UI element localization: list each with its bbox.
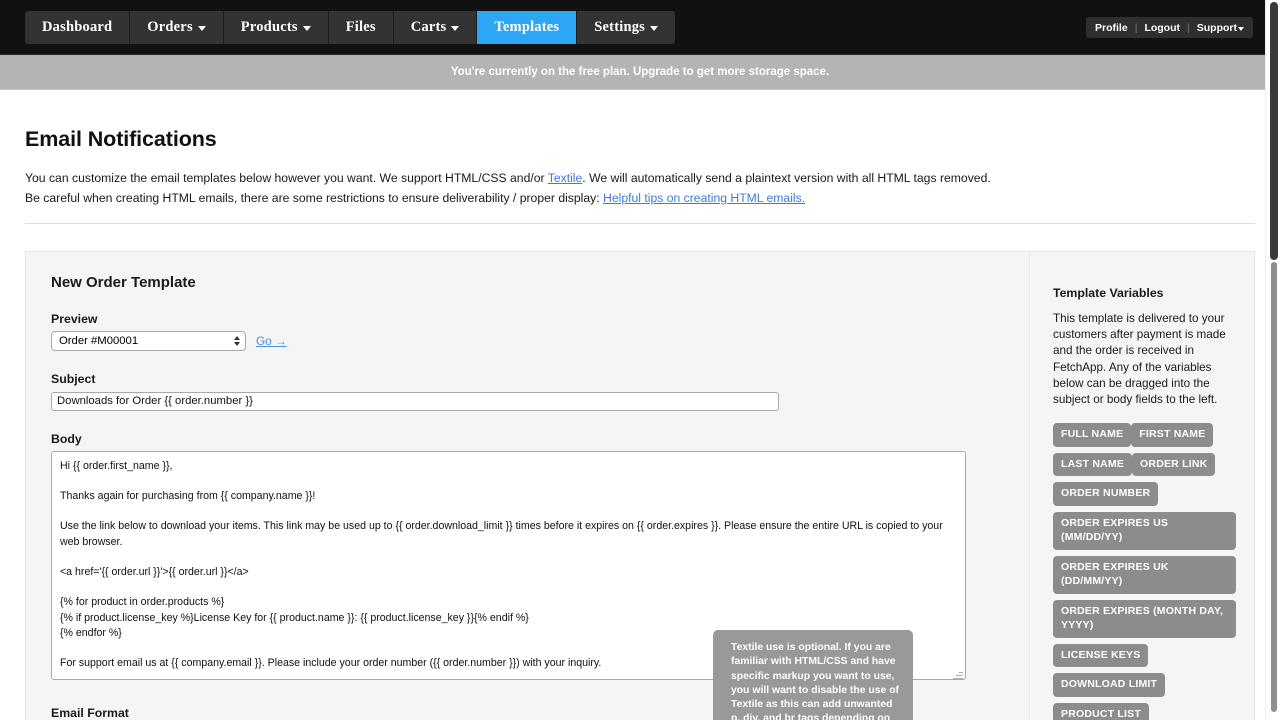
preview-select[interactable]: Order #M00001 (51, 331, 246, 351)
template-variable-chip[interactable]: PRODUCT LIST (1053, 703, 1149, 720)
nav-item-settings[interactable]: Settings (577, 11, 675, 44)
scrollbar-thumb[interactable] (1270, 2, 1278, 260)
subject-label: Subject (51, 372, 1005, 386)
template-variables-title: Template Variables (1053, 286, 1236, 300)
template-panel-title: New Order Template (51, 274, 1005, 291)
chevron-down-icon (1238, 27, 1244, 31)
support-label: Support (1197, 22, 1237, 34)
nav-item-label: Products (241, 19, 298, 36)
template-variable-list: FULL NAMEFIRST NAME LAST NAMEORDER LINK OR… (1053, 423, 1236, 720)
textile-tooltip-text: Textile use is optional. If you are fami… (731, 642, 899, 720)
template-variable-chip[interactable]: ORDER LINK (1132, 453, 1215, 477)
template-variable-chip[interactable]: LICENSE KEYS (1053, 644, 1148, 668)
template-variable-chip[interactable]: ORDER EXPIRES US (MM/DD/YY) (1053, 512, 1236, 550)
template-variable-chip[interactable]: ORDER EXPIRES UK (DD/MM/YY) (1053, 556, 1236, 594)
nav-item-label: Orders (147, 19, 193, 36)
intro-line-2: Be careful when creating HTML emails, th… (25, 189, 1255, 209)
chevron-down-icon (451, 26, 459, 31)
intro-text-1b: . We will automatically send a plaintext… (582, 171, 990, 185)
intro-text-1a: You can customize the email templates be… (25, 171, 548, 185)
template-variable-chip[interactable]: ORDER NUMBER (1053, 482, 1158, 506)
subject-input[interactable] (51, 392, 779, 411)
textile-link[interactable]: Textile (548, 171, 583, 185)
nav-item-dashboard[interactable]: Dashboard (25, 11, 130, 44)
chevron-down-icon (198, 26, 206, 31)
nav-separator: | (1135, 22, 1138, 34)
nav-item-label: Files (346, 19, 376, 36)
template-variables-description: This template is delivered to your custo… (1053, 311, 1236, 408)
account-menu: Profile | Logout | Support (1086, 17, 1253, 38)
nav-separator: | (1187, 22, 1190, 34)
top-navigation-bar: Dashboard Orders Products Files Carts Templat… (0, 0, 1280, 55)
scrollbar-track[interactable] (1271, 262, 1277, 712)
main-nav: Dashboard Orders Products Files Carts Templat… (25, 11, 675, 44)
free-plan-banner: You're currently on the free plan. Upgra… (0, 55, 1280, 90)
chevron-down-icon (650, 26, 658, 31)
template-variable-chip[interactable]: DOWNLOAD LIMIT (1053, 673, 1165, 697)
nav-item-label: Templates (494, 19, 559, 36)
template-variable-chip[interactable]: FULL NAME (1053, 423, 1131, 447)
nav-item-orders[interactable]: Orders (130, 11, 224, 44)
nav-item-carts[interactable]: Carts (394, 11, 478, 44)
support-link[interactable]: Support (1197, 22, 1244, 34)
preview-go-link[interactable]: Go → (256, 334, 287, 348)
free-plan-banner-text: You're currently on the free plan. Upgra… (451, 66, 829, 78)
page-intro: You can customize the email templates be… (25, 169, 1255, 224)
textile-tooltip: Textile use is optional. If you are fami… (713, 630, 913, 720)
page-scrollbar[interactable] (1265, 0, 1280, 720)
template-variable-chip[interactable]: FIRST NAME (1131, 423, 1213, 447)
html-email-tips-link[interactable]: Helpful tips on creating HTML emails. (603, 191, 805, 205)
preview-select-wrapper: Order #M00001 (51, 331, 246, 351)
page-title: Email Notifications (25, 127, 1255, 152)
chevron-down-icon (303, 26, 311, 31)
nav-item-products[interactable]: Products (224, 11, 329, 44)
profile-link[interactable]: Profile (1095, 22, 1128, 34)
preview-row: Order #M00001 Go → (51, 331, 1005, 351)
intro-line-1: You can customize the email templates be… (25, 169, 1255, 189)
body-label: Body (51, 432, 1005, 446)
nav-item-files[interactable]: Files (329, 11, 394, 44)
template-variable-chip[interactable]: LAST NAME (1053, 453, 1132, 477)
logout-link[interactable]: Logout (1144, 22, 1180, 34)
intro-text-2a: Be careful when creating HTML emails, th… (25, 191, 603, 205)
nav-item-templates[interactable]: Templates (477, 11, 577, 44)
nav-item-label: Dashboard (42, 19, 112, 36)
nav-item-label: Settings (594, 19, 645, 36)
template-variable-chip[interactable]: ORDER EXPIRES (MONTH DAY, YYYY) (1053, 600, 1236, 638)
page-content: Email Notifications You can customize th… (0, 127, 1280, 720)
template-variables-sidebar: Template Variables This template is deli… (1029, 252, 1254, 720)
preview-label: Preview (51, 312, 1005, 326)
nav-item-label: Carts (411, 19, 447, 36)
new-order-template-panel: New Order Template Preview Order #M00001… (25, 251, 1255, 720)
